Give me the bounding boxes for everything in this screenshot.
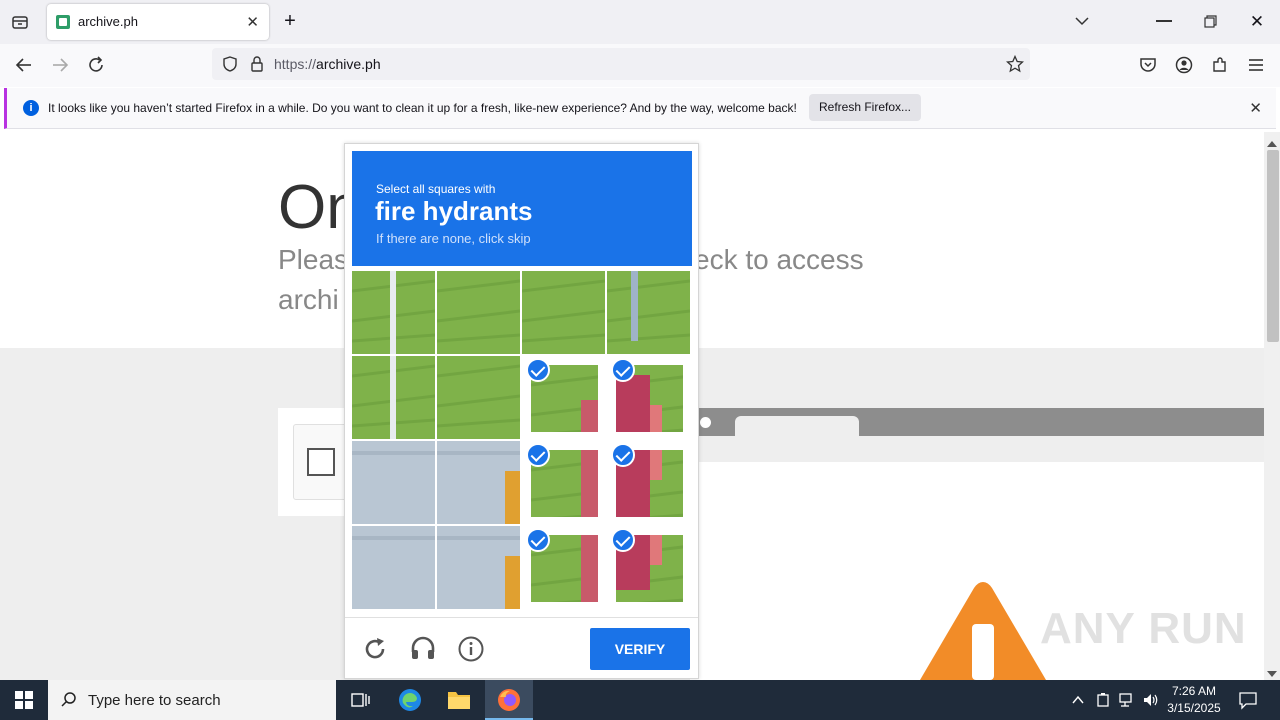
tile-selected-check-icon [611, 528, 635, 552]
captcha-tile[interactable] [607, 441, 690, 524]
tile-selected-check-icon [611, 443, 635, 467]
url-host: archive.ph [316, 56, 381, 72]
favicon-icon [56, 15, 70, 29]
refresh-firefox-button[interactable]: Refresh Firefox... [809, 94, 921, 121]
captcha-tile[interactable] [522, 356, 605, 439]
verification-checkbox[interactable] [307, 448, 335, 476]
new-tab-icon[interactable]: + [280, 10, 300, 32]
menu-icon[interactable] [1246, 55, 1266, 75]
scroll-thumb[interactable] [1267, 150, 1279, 342]
browser-illustration-tab [735, 416, 859, 436]
task-view-icon[interactable] [350, 690, 370, 710]
warning-triangle-icon [918, 582, 1048, 685]
clock-time: 7:26 AM [1171, 684, 1217, 698]
file-explorer-icon[interactable] [447, 689, 471, 711]
captcha-tile[interactable] [352, 271, 435, 354]
page-subtitle-end: eck to access [694, 244, 864, 275]
window-close-icon[interactable]: ✕ [1248, 12, 1266, 32]
url-bar[interactable]: https://archive.ph [212, 48, 1030, 80]
captcha-tile[interactable] [437, 271, 520, 354]
page-scrollbar[interactable] [1264, 132, 1280, 680]
battery-icon[interactable] [1095, 692, 1111, 708]
lock-icon[interactable] [249, 55, 265, 73]
volume-icon[interactable] [1142, 692, 1160, 708]
captcha-tile[interactable] [352, 441, 435, 524]
shield-icon[interactable] [221, 55, 239, 73]
captcha-challenge: Select all squares with fire hydrants If… [344, 143, 699, 679]
captcha-hint: If there are none, click skip [376, 231, 531, 246]
audio-challenge-icon[interactable] [410, 636, 436, 662]
clock-date: 3/15/2025 [1167, 701, 1221, 715]
windows-taskbar: Type here to search 7:26 AM 3/15/2025 [0, 680, 1280, 720]
captcha-tile[interactable] [437, 526, 520, 609]
captcha-tile[interactable] [607, 271, 690, 354]
notification-close-icon[interactable]: ✕ [1249, 99, 1262, 117]
tab-close-icon[interactable]: ✕ [246, 13, 259, 31]
captcha-target: fire hydrants [375, 196, 533, 226]
back-icon[interactable] [14, 55, 34, 75]
url-text[interactable]: https://archive.ph [274, 56, 381, 72]
notification-center-icon[interactable] [1238, 690, 1258, 710]
tile-selected-check-icon [526, 443, 550, 467]
url-scheme: https:// [274, 56, 317, 72]
bookmark-star-icon[interactable] [1005, 54, 1025, 73]
captcha-footer: VERIFY [345, 617, 698, 679]
windows-start-icon[interactable] [15, 691, 33, 709]
firefox-taskbar-item[interactable] [485, 680, 533, 720]
scroll-up-icon[interactable] [1266, 136, 1278, 147]
firefox-icon [497, 688, 521, 712]
tile-selected-check-icon [526, 528, 550, 552]
taskbar-clock[interactable]: 7:26 AM 3/15/2025 [1160, 683, 1228, 717]
captcha-tile[interactable] [607, 526, 690, 609]
page-subtitle-line1: Pleas [278, 244, 349, 275]
search-icon [60, 691, 78, 709]
reload-icon[interactable] [86, 55, 106, 75]
tile-selected-check-icon [526, 358, 550, 382]
reload-challenge-icon[interactable] [362, 636, 388, 662]
chevron-down-icon[interactable] [1072, 12, 1092, 32]
captcha-tile[interactable] [352, 356, 435, 439]
page-subtitle-line2: archi [278, 284, 339, 315]
captcha-tile[interactable] [522, 271, 605, 354]
edge-browser-icon[interactable] [398, 688, 422, 712]
tab-list-icon[interactable] [10, 12, 30, 32]
taskbar-search-box[interactable]: Type here to search [48, 680, 336, 720]
active-tab[interactable]: archive.ph ✕ [47, 4, 269, 40]
notification-message: It looks like you haven’t started Firefo… [48, 101, 797, 115]
browser-illustration-bar [690, 408, 1264, 436]
tray-chevron-up-icon[interactable] [1070, 692, 1086, 708]
captcha-tile[interactable] [437, 356, 520, 439]
captcha-tile[interactable] [607, 356, 690, 439]
pocket-icon[interactable] [1138, 55, 1158, 75]
info-icon: i [23, 100, 39, 116]
watermark-text: ANY RUN [1040, 604, 1247, 653]
captcha-header: Select all squares with fire hydrants If… [352, 151, 692, 266]
tab-bar: archive.ph ✕ + ✕ [0, 0, 1280, 44]
info-challenge-icon[interactable] [458, 636, 484, 662]
account-icon[interactable] [1174, 55, 1194, 75]
captcha-tile[interactable] [522, 526, 605, 609]
network-icon[interactable] [1118, 692, 1136, 708]
taskbar-search-placeholder: Type here to search [88, 692, 221, 709]
captcha-tile[interactable] [437, 441, 520, 524]
minimize-icon[interactable] [1156, 20, 1172, 22]
verify-button[interactable]: VERIFY [590, 628, 690, 670]
captcha-tile[interactable] [522, 441, 605, 524]
captcha-instruction: Select all squares with [376, 182, 496, 196]
scroll-down-icon[interactable] [1266, 666, 1278, 677]
nav-bar: https://archive.ph [0, 44, 1280, 87]
browser-illustration-dot [700, 417, 711, 428]
refresh-notification-bar: i It looks like you haven’t started Fire… [4, 88, 1276, 129]
captcha-grid [352, 271, 692, 611]
captcha-tile[interactable] [352, 526, 435, 609]
tab-title: archive.ph [78, 14, 138, 29]
forward-icon[interactable] [50, 55, 70, 75]
tile-selected-check-icon [611, 358, 635, 382]
extensions-icon[interactable] [1210, 55, 1230, 75]
restore-icon[interactable] [1204, 15, 1217, 28]
